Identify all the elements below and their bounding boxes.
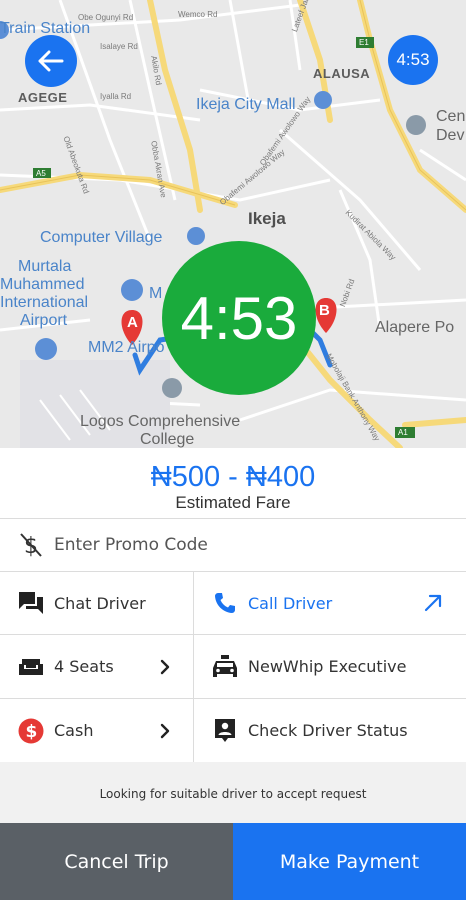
payment-method-label: Cash [54,721,94,740]
phone-icon [212,590,238,616]
cancel-trip-button[interactable]: Cancel Trip [0,823,233,900]
map-label-dev: Dev [436,127,465,144]
arrow-left-icon [38,50,64,72]
pin-a-label: A [127,314,138,331]
promo-code-input[interactable]: $ Enter Promo Code [0,519,466,571]
chat-icon [18,590,44,616]
map-label-mm: M [149,285,163,302]
external-arrow-icon [424,594,442,612]
map-shield-a1: A1 [398,428,408,437]
map-label-road: Iyalla Rd [100,92,132,101]
promo-row[interactable]: $ Enter Promo Code [0,519,466,572]
map-label-road: Obe Ogunyi Rd [78,13,134,22]
sofa-icon [18,654,44,680]
chevron-right-icon [160,723,170,738]
map-label-road: Isalaye Rd [100,42,138,51]
map-label-alausa: ALAUSA [313,66,371,81]
map-label-computer-village: Computer Village [40,229,163,246]
promo-code-placeholder: Enter Promo Code [54,535,208,555]
call-driver-button[interactable]: Call Driver [194,572,466,634]
cash-icon: $ [18,718,44,744]
map-label-ikeja: Ikeja [248,209,286,228]
map-label-international: International [0,294,89,311]
check-driver-status-label: Check Driver Status [248,721,408,740]
timer-badge: 4:53 [388,35,438,85]
map-label-airport: Airport [20,312,68,329]
seats-label: 4 Seats [54,657,114,676]
fare-panel: ₦500 - ₦400 Estimated Fare [0,448,466,518]
map-label-alapere: Alapere Po [375,319,455,336]
map-label-cen: Cen [436,108,466,125]
vehicle-label: NewWhip Executive [248,657,407,676]
map-label-road: Wemco Rd [178,10,218,19]
check-driver-status-button[interactable]: Check Driver Status [194,699,466,762]
contact-row: Chat Driver Call Driver [0,572,466,635]
map-label-mm2-airport: MM2 Airpo [88,339,165,356]
vehicle-type[interactable]: NewWhip Executive [194,635,466,698]
pin-b-label: B [319,302,330,319]
call-driver-label: Call Driver [248,593,333,613]
map-label-agege: AGEGE [18,90,68,105]
vehicle-row: 4 Seats NewWhip Executive [0,635,466,699]
map-label-logos: Logos Comprehensive [80,413,241,430]
map-label-ikeja-city-mall: Ikeja City Mall [196,96,296,113]
fare-amount: ₦500 - ₦400 [150,461,316,493]
chat-driver-label: Chat Driver [54,593,146,613]
status-message: Looking for suitable driver to accept re… [99,787,367,801]
chevron-right-icon [160,659,170,674]
countdown-timer: 4:53 [162,241,316,395]
map-label-muhammed: Muhammed [0,276,85,293]
map-label-murtala: Murtala [18,258,72,275]
payment-row: $ Cash Check Driver Status [0,699,466,763]
contact-card-icon [212,718,238,744]
taxi-icon [212,654,238,680]
map-view[interactable]: Train Station Obe Ogunyi Rd Wemco Rd Isa… [0,0,466,448]
map-label-college: College [140,431,195,448]
trip-options: $ Enter Promo Code Chat Driver [0,518,466,763]
map-shield-a5: A5 [36,169,46,178]
make-payment-button[interactable]: Make Payment [233,823,466,900]
payment-method-selector[interactable]: $ Cash [0,699,193,762]
chat-driver-button[interactable]: Chat Driver [0,572,193,634]
seats-selector[interactable]: 4 Seats [0,635,193,698]
back-button[interactable] [25,35,77,87]
map-shield-e1: E1 [359,38,369,47]
svg-text:$: $ [26,722,38,742]
fare-label: Estimated Fare [175,493,291,512]
no-dollar-icon: $ [18,532,44,558]
